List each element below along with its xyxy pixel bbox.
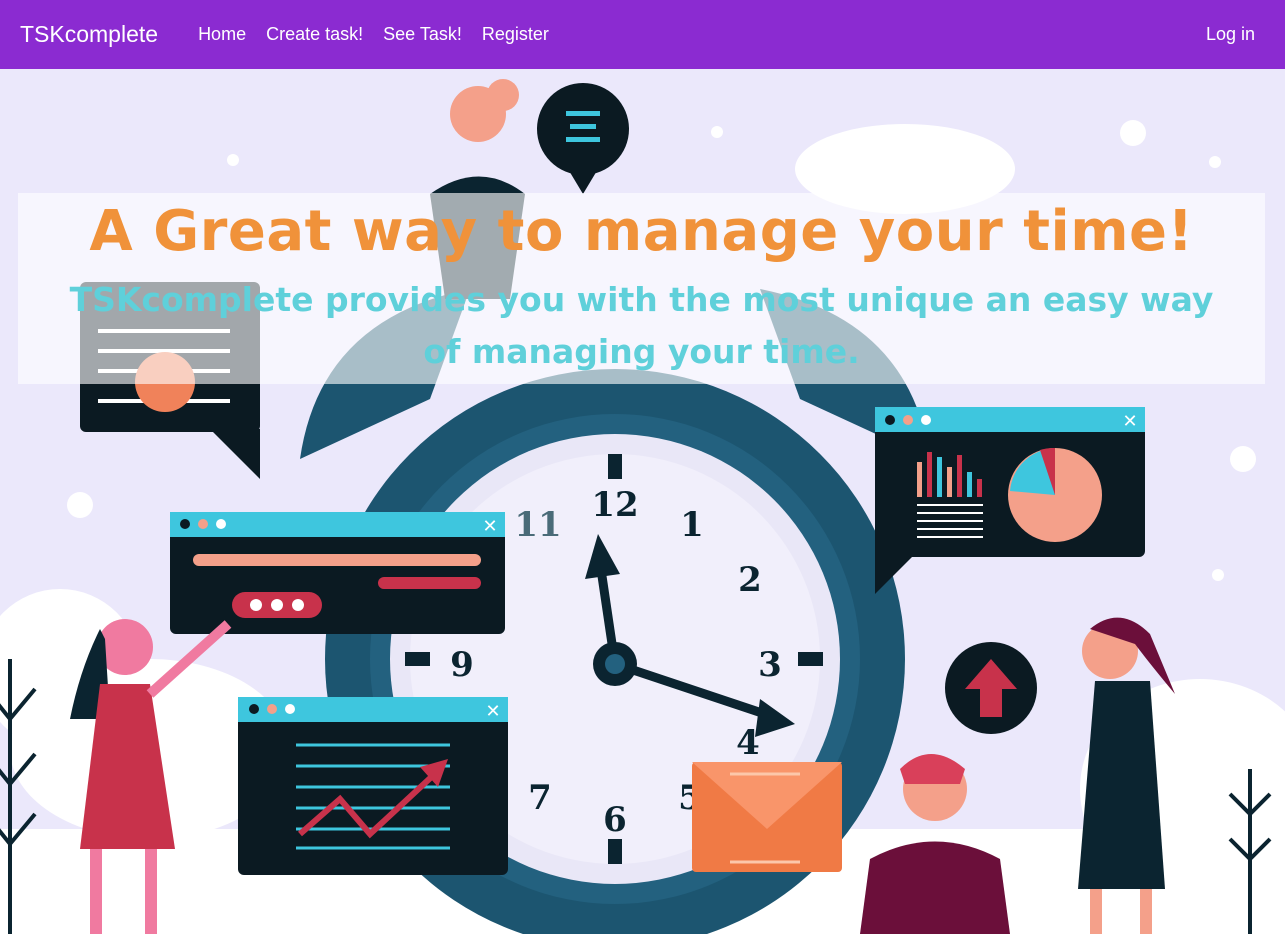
hero-section: 12 1 2 3 4 5 6 7 9 11 ✕ ✕ ✕ A Great way … [0,69,1285,934]
clock-number-7: 7 [528,778,552,818]
chat-bubble-icon [566,111,600,142]
up-arrow-icon [945,642,1037,734]
nav-link-create-task[interactable]: Create task! [256,24,373,45]
login-link[interactable]: Log in [1196,24,1265,45]
window-line-chart: ✕ [238,697,508,875]
close-icon: ✕ [485,701,500,722]
clock-number-12: 12 [591,485,638,525]
nav-links: Home Create task! See Task! Register [188,24,559,45]
hero-subline: TSKcomplete provides you with the most u… [69,280,1214,371]
clock-number-11: 11 [514,505,561,545]
close-icon: ✕ [1122,411,1137,432]
headline-box: A Great way to manage your time! TSKcomp… [18,193,1265,384]
nav-link-see-task[interactable]: See Task! [373,24,472,45]
nav-link-register[interactable]: Register [472,24,559,45]
hero-headline: A Great way to manage your time! [89,199,1194,264]
nav-link-home[interactable]: Home [188,24,256,45]
clock-number-9: 9 [450,645,474,685]
clock-number-3: 3 [758,645,782,685]
brand-link[interactable]: TSKcomplete [20,21,158,48]
clock-number-2: 2 [738,560,762,600]
close-icon: ✕ [482,516,497,537]
envelope-icon [692,762,842,872]
navbar: TSKcomplete Home Create task! See Task! … [0,0,1285,69]
window-progress: ✕ [170,512,505,634]
clock-number-1: 1 [680,505,704,545]
clock-number-6: 6 [603,800,627,840]
window-pie-chart: ✕ [875,407,1145,594]
